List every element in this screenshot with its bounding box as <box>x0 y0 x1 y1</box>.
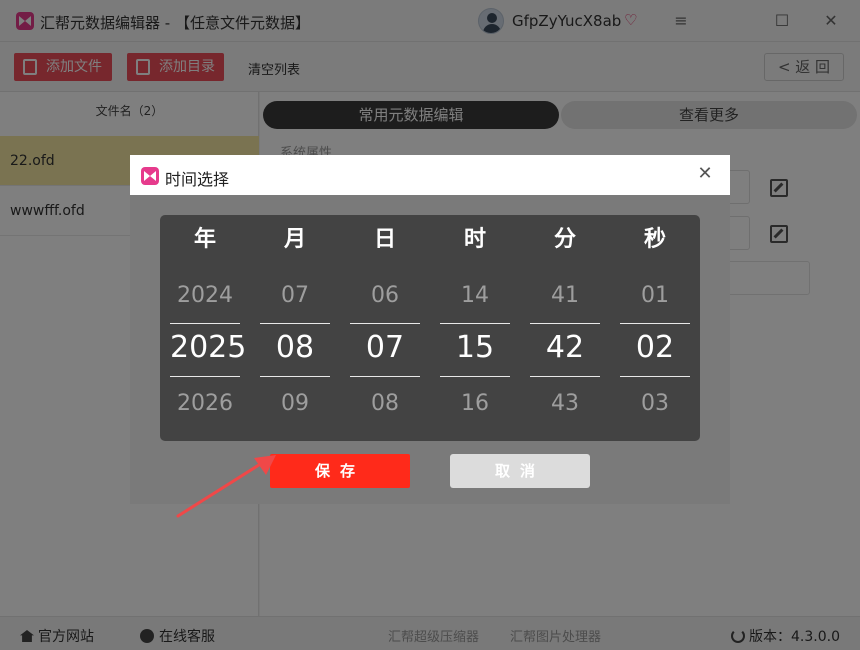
annotation-arrow-icon <box>176 455 276 518</box>
